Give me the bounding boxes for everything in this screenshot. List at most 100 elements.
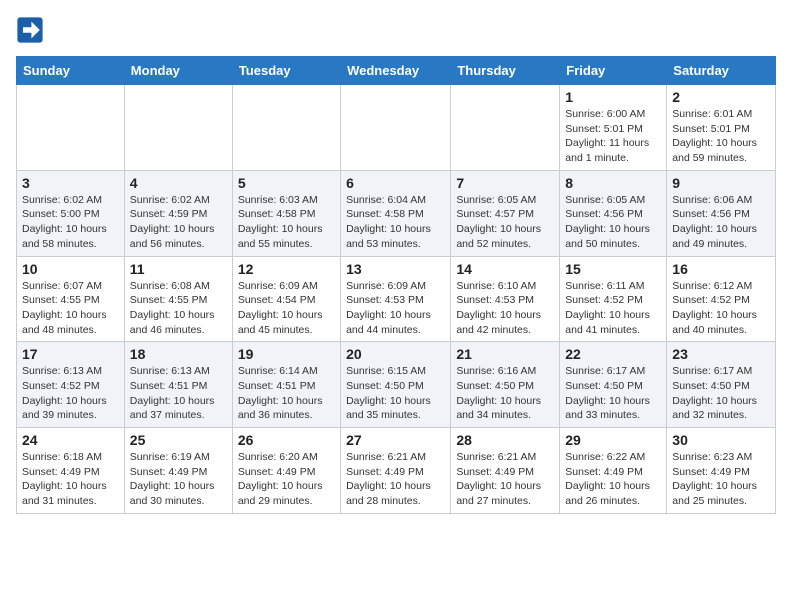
day-info: Sunrise: 6:02 AM Sunset: 4:59 PM Dayligh… <box>130 193 227 252</box>
calendar-cell: 21Sunrise: 6:16 AM Sunset: 4:50 PM Dayli… <box>451 342 560 428</box>
day-info: Sunrise: 6:17 AM Sunset: 4:50 PM Dayligh… <box>672 364 770 423</box>
calendar-cell <box>232 85 340 171</box>
day-number: 30 <box>672 432 770 448</box>
weekday-header-wednesday: Wednesday <box>341 57 451 85</box>
day-info: Sunrise: 6:10 AM Sunset: 4:53 PM Dayligh… <box>456 279 554 338</box>
day-number: 12 <box>238 261 335 277</box>
day-number: 11 <box>130 261 227 277</box>
day-number: 18 <box>130 346 227 362</box>
day-number: 15 <box>565 261 661 277</box>
calendar-cell: 10Sunrise: 6:07 AM Sunset: 4:55 PM Dayli… <box>17 256 125 342</box>
calendar-cell <box>17 85 125 171</box>
day-number: 19 <box>238 346 335 362</box>
calendar-cell: 24Sunrise: 6:18 AM Sunset: 4:49 PM Dayli… <box>17 428 125 514</box>
day-number: 22 <box>565 346 661 362</box>
day-info: Sunrise: 6:17 AM Sunset: 4:50 PM Dayligh… <box>565 364 661 423</box>
day-info: Sunrise: 6:09 AM Sunset: 4:53 PM Dayligh… <box>346 279 445 338</box>
day-number: 14 <box>456 261 554 277</box>
calendar-cell: 8 Sunrise: 6:05 AM Sunset: 4:56 PM Daylig… <box>560 170 667 256</box>
calendar-cell: 6 Sunrise: 6:04 AM Sunset: 4:58 PM Daylig… <box>341 170 451 256</box>
day-number: 25 <box>130 432 227 448</box>
day-number: 4 <box>130 175 227 191</box>
day-number: 17 <box>22 346 119 362</box>
day-info: Sunrise: 6:20 AM Sunset: 4:49 PM Dayligh… <box>238 450 335 509</box>
calendar-cell: 3Sunrise: 6:02 AM Sunset: 5:00 PM Daylig… <box>17 170 125 256</box>
day-number: 5 <box>238 175 335 191</box>
calendar-cell: 13Sunrise: 6:09 AM Sunset: 4:53 PM Dayli… <box>341 256 451 342</box>
day-info: Sunrise: 6:21 AM Sunset: 4:49 PM Dayligh… <box>346 450 445 509</box>
day-info: Sunrise: 6:12 AM Sunset: 4:52 PM Dayligh… <box>672 279 770 338</box>
day-info: Sunrise: 6:05 AM Sunset: 4:57 PM Dayligh… <box>456 193 554 252</box>
day-info: Sunrise: 6:18 AM Sunset: 4:49 PM Dayligh… <box>22 450 119 509</box>
calendar-cell: 30 Sunrise: 6:23 AM Sunset: 4:49 PM Dayli… <box>667 428 776 514</box>
calendar-cell: 29 Sunrise: 6:22 AM Sunset: 4:49 PM Dayli… <box>560 428 667 514</box>
day-number: 29 <box>565 432 661 448</box>
day-info: Sunrise: 6:21 AM Sunset: 4:49 PM Dayligh… <box>456 450 554 509</box>
calendar-cell: 2Sunrise: 6:01 AM Sunset: 5:01 PM Daylig… <box>667 85 776 171</box>
calendar-cell: 15 Sunrise: 6:11 AM Sunset: 4:52 PM Dayli… <box>560 256 667 342</box>
calendar-cell: 4 Sunrise: 6:02 AM Sunset: 4:59 PM Daylig… <box>124 170 232 256</box>
day-info: Sunrise: 6:15 AM Sunset: 4:50 PM Dayligh… <box>346 364 445 423</box>
calendar-cell <box>451 85 560 171</box>
day-number: 27 <box>346 432 445 448</box>
day-info: Sunrise: 6:13 AM Sunset: 4:51 PM Dayligh… <box>130 364 227 423</box>
day-info: Sunrise: 6:09 AM Sunset: 4:54 PM Dayligh… <box>238 279 335 338</box>
calendar-cell: 16 Sunrise: 6:12 AM Sunset: 4:52 PM Dayli… <box>667 256 776 342</box>
logo-icon <box>16 16 44 44</box>
calendar-cell: 19 Sunrise: 6:14 AM Sunset: 4:51 PM Dayli… <box>232 342 340 428</box>
calendar-cell <box>341 85 451 171</box>
day-info: Sunrise: 6:05 AM Sunset: 4:56 PM Dayligh… <box>565 193 661 252</box>
calendar-cell: 23 Sunrise: 6:17 AM Sunset: 4:50 PM Dayli… <box>667 342 776 428</box>
day-number: 28 <box>456 432 554 448</box>
calendar-week-row: 3Sunrise: 6:02 AM Sunset: 5:00 PM Daylig… <box>17 170 776 256</box>
weekday-header-thursday: Thursday <box>451 57 560 85</box>
calendar-week-row: 1Sunrise: 6:00 AM Sunset: 5:01 PM Daylig… <box>17 85 776 171</box>
day-info: Sunrise: 6:08 AM Sunset: 4:55 PM Dayligh… <box>130 279 227 338</box>
weekday-header-sunday: Sunday <box>17 57 125 85</box>
day-number: 20 <box>346 346 445 362</box>
day-info: Sunrise: 6:04 AM Sunset: 4:58 PM Dayligh… <box>346 193 445 252</box>
calendar-cell: 11 Sunrise: 6:08 AM Sunset: 4:55 PM Dayli… <box>124 256 232 342</box>
day-info: Sunrise: 6:03 AM Sunset: 4:58 PM Dayligh… <box>238 193 335 252</box>
day-info: Sunrise: 6:11 AM Sunset: 4:52 PM Dayligh… <box>565 279 661 338</box>
calendar-cell: 22 Sunrise: 6:17 AM Sunset: 4:50 PM Dayli… <box>560 342 667 428</box>
calendar-cell: 28 Sunrise: 6:21 AM Sunset: 4:49 PM Dayli… <box>451 428 560 514</box>
weekday-header-row: SundayMondayTuesdayWednesdayThursdayFrid… <box>17 57 776 85</box>
day-number: 26 <box>238 432 335 448</box>
weekday-header-friday: Friday <box>560 57 667 85</box>
day-info: Sunrise: 6:01 AM Sunset: 5:01 PM Dayligh… <box>672 107 770 166</box>
calendar-table: SundayMondayTuesdayWednesdayThursdayFrid… <box>16 56 776 514</box>
day-info: Sunrise: 6:13 AM Sunset: 4:52 PM Dayligh… <box>22 364 119 423</box>
calendar-cell: 1Sunrise: 6:00 AM Sunset: 5:01 PM Daylig… <box>560 85 667 171</box>
day-number: 23 <box>672 346 770 362</box>
calendar-cell: 7 Sunrise: 6:05 AM Sunset: 4:57 PM Daylig… <box>451 170 560 256</box>
day-info: Sunrise: 6:23 AM Sunset: 4:49 PM Dayligh… <box>672 450 770 509</box>
logo <box>16 16 46 44</box>
day-info: Sunrise: 6:00 AM Sunset: 5:01 PM Dayligh… <box>565 107 661 166</box>
calendar-cell <box>124 85 232 171</box>
calendar-week-row: 17 Sunrise: 6:13 AM Sunset: 4:52 PM Dayli… <box>17 342 776 428</box>
weekday-header-tuesday: Tuesday <box>232 57 340 85</box>
calendar-cell: 12 Sunrise: 6:09 AM Sunset: 4:54 PM Dayli… <box>232 256 340 342</box>
day-info: Sunrise: 6:14 AM Sunset: 4:51 PM Dayligh… <box>238 364 335 423</box>
day-number: 16 <box>672 261 770 277</box>
calendar-cell: 14 Sunrise: 6:10 AM Sunset: 4:53 PM Dayli… <box>451 256 560 342</box>
weekday-header-saturday: Saturday <box>667 57 776 85</box>
calendar-week-row: 10Sunrise: 6:07 AM Sunset: 4:55 PM Dayli… <box>17 256 776 342</box>
day-number: 3 <box>22 175 119 191</box>
day-info: Sunrise: 6:06 AM Sunset: 4:56 PM Dayligh… <box>672 193 770 252</box>
calendar-week-row: 24Sunrise: 6:18 AM Sunset: 4:49 PM Dayli… <box>17 428 776 514</box>
top-area <box>16 16 776 48</box>
day-number: 10 <box>22 261 119 277</box>
calendar-cell: 9 Sunrise: 6:06 AM Sunset: 4:56 PM Daylig… <box>667 170 776 256</box>
day-number: 9 <box>672 175 770 191</box>
day-number: 8 <box>565 175 661 191</box>
day-info: Sunrise: 6:22 AM Sunset: 4:49 PM Dayligh… <box>565 450 661 509</box>
day-number: 7 <box>456 175 554 191</box>
calendar-cell: 27 Sunrise: 6:21 AM Sunset: 4:49 PM Dayli… <box>341 428 451 514</box>
day-info: Sunrise: 6:19 AM Sunset: 4:49 PM Dayligh… <box>130 450 227 509</box>
day-info: Sunrise: 6:16 AM Sunset: 4:50 PM Dayligh… <box>456 364 554 423</box>
day-number: 6 <box>346 175 445 191</box>
calendar-cell: 18 Sunrise: 6:13 AM Sunset: 4:51 PM Dayli… <box>124 342 232 428</box>
calendar-cell: 17 Sunrise: 6:13 AM Sunset: 4:52 PM Dayli… <box>17 342 125 428</box>
